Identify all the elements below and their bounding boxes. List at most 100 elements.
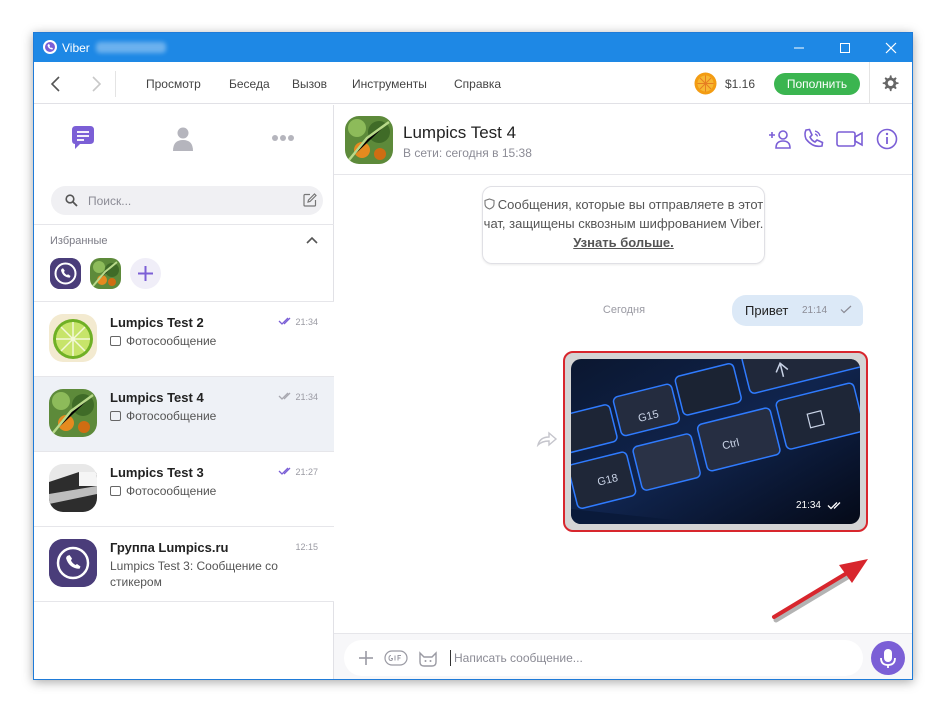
viber-window: Viber Просмотр Беседа Вызов Инструменты … [33,32,913,680]
sticker-icon[interactable] [418,650,438,667]
voice-message-button[interactable] [871,641,905,675]
chat-preview: Фотосообщение [110,483,325,499]
message-time: 21:14 [802,305,828,316]
phone-call-icon[interactable] [801,127,825,151]
photo-message[interactable]: G15 G18 Ctrl 21:34 [571,359,860,524]
minimize-icon [794,47,804,49]
video-call-icon[interactable] [835,127,865,151]
menu-conversation[interactable]: Беседа [229,77,270,91]
photo-message-icon [110,411,121,421]
chat-status: В сети: сегодня в 15:38 [403,146,532,160]
plus-icon[interactable] [358,650,374,666]
chevron-up-icon[interactable] [306,236,318,244]
chat-name: Lumpics Test 4 [110,390,204,405]
forward-icon[interactable] [536,431,558,447]
learn-more-link[interactable]: Узнать больше. [573,235,674,250]
chat-name: Lumpics Test 3 [110,465,204,480]
close-button[interactable] [868,33,912,62]
add-participant-icon[interactable] [768,127,792,151]
chat-panel: Lumpics Test 4 В сети: сегодня в 15:38 С… [334,105,912,679]
minimize-button[interactable] [776,33,822,62]
chat-avatar[interactable] [345,116,393,164]
plus-icon [138,266,153,281]
message-input[interactable]: Написать сообщение... [344,640,863,676]
chat-item-lumpics-test-2[interactable]: Lumpics Test 2 21:34 Фотосообщение [34,302,334,377]
menu-view[interactable]: Просмотр [146,77,201,91]
contact-photo-icon [345,116,393,164]
encryption-notice-text: Сообщения, которые вы отправляете в этот… [483,197,764,231]
sidebar: Поиск... Избранные Lumpics Test 2 21:34 … [34,105,334,679]
chat-time: 21:27 [295,467,318,477]
contact-photo-icon [90,258,121,289]
laptop-avatar-icon [49,464,97,512]
avatar [49,314,97,362]
chat-header: Lumpics Test 4 В сети: сегодня в 15:38 [334,105,912,175]
menu-help[interactable]: Справка [454,77,501,91]
balance-amount: $1.16 [725,77,756,91]
chat-preview-text: Фотосообщение [126,484,217,498]
sent-tick-icon [840,305,852,314]
text-caret [450,650,451,666]
message-composer: Написать сообщение... [334,633,912,679]
settings-divider [869,62,870,104]
message-text: Привет [745,303,789,318]
photo-message-icon [110,336,121,346]
photo-message-icon [110,486,121,496]
title-bar: Viber [34,33,912,62]
topup-button[interactable]: Пополнить [774,73,860,95]
delivered-ticks-icon [278,392,291,400]
input-placeholder: Написать сообщение... [454,651,583,665]
microphone-icon [880,649,896,668]
favorite-contact-photo[interactable] [90,258,121,289]
gear-icon[interactable] [881,74,899,92]
chat-item-group-lumpics[interactable]: Группа Lumpics.ru 12:15 Lumpics Test 3: … [34,527,334,602]
chat-preview-text: Фотосообщение [126,334,217,348]
avatar [49,464,97,512]
favorite-viber[interactable] [50,258,81,289]
back-arrow-icon[interactable] [46,74,66,94]
encryption-notice: Сообщения, которые вы отправляете в этот… [482,186,765,264]
more-tab-icon[interactable] [268,123,298,153]
menu-call[interactable]: Вызов [292,77,327,91]
compose-icon[interactable] [303,193,317,207]
menu-divider [115,71,116,97]
info-icon[interactable] [875,127,899,151]
search-icon [65,194,78,207]
forward-arrow-icon[interactable] [86,74,106,94]
favorites-label: Избранные [50,235,108,247]
message-bubble-outgoing[interactable]: Привет 21:14 [732,295,863,326]
chats-tab-icon[interactable] [68,123,98,153]
menu-bar: Просмотр Беседа Вызов Инструменты Справк… [34,62,912,104]
chat-name: Lumpics Test 2 [110,315,204,330]
window-title: Viber [62,41,90,55]
viber-logo-icon [50,258,81,289]
contacts-tab-icon[interactable] [168,123,198,153]
gif-icon[interactable] [384,650,408,666]
search-placeholder: Поиск... [88,194,132,208]
maximize-button[interactable] [822,33,868,62]
menu-tools[interactable]: Инструменты [352,77,427,91]
chat-preview-text: Фотосообщение [126,409,217,423]
lime-avatar-icon [49,314,97,362]
blurred-phone-number [96,42,166,53]
chat-preview: Фотосообщение [110,333,325,349]
chat-time: 12:15 [295,542,318,552]
contact-photo-icon [49,389,97,437]
chat-title: Lumpics Test 4 [403,123,517,142]
chat-name: Группа Lumpics.ru [110,540,229,555]
message-time: 21:34 [795,500,821,511]
highlighted-photo-message: G15 G18 Ctrl 21:34 [563,351,868,532]
chat-item-lumpics-test-4[interactable]: Lumpics Test 4 21:34 Фотосообщение [34,377,334,452]
chat-item-lumpics-test-3[interactable]: Lumpics Test 3 21:27 Фотосообщение [34,452,334,527]
close-icon [885,42,897,54]
viber-logo-icon [43,40,57,54]
search-box[interactable]: Поиск... [51,186,323,215]
favorites-divider [34,224,334,225]
chat-time: 21:34 [295,392,318,402]
shield-icon [484,198,495,210]
delivered-ticks-icon [827,502,841,510]
add-favorite-button[interactable] [130,258,161,289]
chat-time: 21:34 [295,317,318,327]
maximize-icon [840,43,850,53]
chat-preview: Lumpics Test 3: Сообщение со стикером [110,559,278,589]
